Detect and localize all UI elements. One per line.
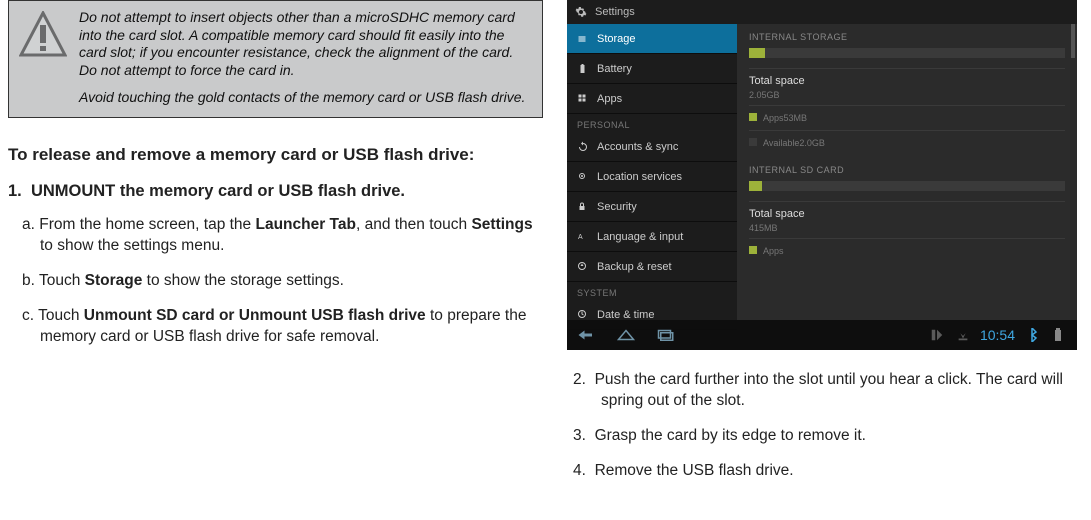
storage-usage-bar-internal bbox=[749, 48, 1065, 58]
location-icon bbox=[577, 171, 589, 183]
clock-icon bbox=[577, 309, 589, 321]
sidebar-item-accounts[interactable]: Accounts & sync bbox=[567, 132, 737, 162]
substep-b: b. Touch Storage to show the storage set… bbox=[8, 271, 543, 292]
sidebar-item-apps[interactable]: Apps bbox=[567, 84, 737, 114]
notif-icon bbox=[928, 328, 946, 342]
sidebar-item-battery[interactable]: Battery bbox=[567, 54, 737, 84]
sidebar-section-personal: PERSONAL bbox=[567, 114, 737, 132]
sync-icon bbox=[577, 141, 589, 153]
sidebar-item-backup[interactable]: Backup & reset bbox=[567, 252, 737, 282]
recent-icon[interactable] bbox=[657, 328, 675, 342]
shot-main-panel: INTERNAL STORAGE Total space2.05GB Apps5… bbox=[737, 24, 1077, 320]
battery-status-icon bbox=[1049, 328, 1067, 342]
android-settings-screenshot: Settings Storage Battery Apps PERSONAL bbox=[567, 0, 1077, 350]
sidebar-item-storage[interactable]: Storage bbox=[567, 24, 737, 54]
step-3: 3. Grasp the card by its edge to remove … bbox=[567, 426, 1083, 447]
row-total-space[interactable]: Total space2.05GB bbox=[749, 68, 1065, 105]
language-icon: A bbox=[577, 231, 589, 243]
shot-title-bar: Settings bbox=[567, 0, 1077, 24]
clock-time: 10:54 bbox=[980, 327, 1015, 343]
step-1: 1. UNMOUNT the memory card or USB flash … bbox=[8, 182, 543, 201]
warning-box: Do not attempt to insert objects other t… bbox=[8, 0, 543, 118]
warning-text: Do not attempt to insert objects other t… bbox=[79, 9, 530, 107]
storage-icon bbox=[577, 33, 589, 45]
sidebar-item-security[interactable]: Security bbox=[567, 192, 737, 222]
row-sd-total[interactable]: Total space415MB bbox=[749, 201, 1065, 238]
sidebar-item-language[interactable]: A Language & input bbox=[567, 222, 737, 252]
settings-icon bbox=[575, 6, 587, 18]
step-2: 2. Push the card further into the slot u… bbox=[567, 370, 1083, 412]
warning-icon bbox=[19, 11, 67, 59]
substep-c: c. Touch Unmount SD card or Unmount USB … bbox=[8, 306, 543, 348]
section-heading: To release and remove a memory card or U… bbox=[8, 144, 543, 167]
sidebar-item-location[interactable]: Location services bbox=[567, 162, 737, 192]
back-icon[interactable] bbox=[577, 328, 595, 342]
apps-icon bbox=[577, 93, 589, 105]
row-available[interactable]: Available2.0GB bbox=[749, 130, 1065, 155]
scrollbar-thumb[interactable] bbox=[1071, 24, 1075, 58]
home-icon[interactable] bbox=[617, 328, 635, 342]
battery-icon bbox=[577, 63, 589, 75]
sidebar-section-system: SYSTEM bbox=[567, 282, 737, 300]
sidebar-item-date[interactable]: Date & time bbox=[567, 300, 737, 330]
download-icon bbox=[954, 328, 972, 342]
svg-text:A: A bbox=[578, 234, 583, 241]
backup-icon bbox=[577, 261, 589, 273]
shot-sidebar: Storage Battery Apps PERSONAL Accounts &… bbox=[567, 24, 737, 320]
step-4: 4. Remove the USB flash drive. bbox=[567, 461, 1083, 482]
storage-usage-bar-sd bbox=[749, 181, 1065, 191]
lock-icon bbox=[577, 201, 589, 213]
substep-a: a. From the home screen, tap the Launche… bbox=[8, 215, 543, 257]
row-apps[interactable]: Apps53MB bbox=[749, 105, 1065, 130]
row-sd-apps[interactable]: Apps bbox=[749, 238, 1065, 259]
bluetooth-icon bbox=[1023, 328, 1041, 342]
